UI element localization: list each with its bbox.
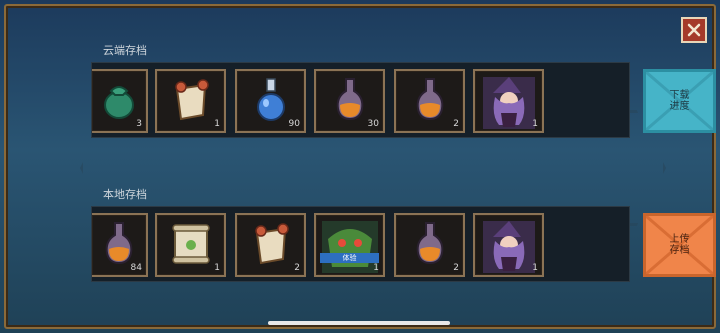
local-item-slot[interactable]: 1 <box>155 213 226 277</box>
local-item-slot[interactable]: 1 <box>473 213 544 277</box>
download-progress-button[interactable]: 下载进度 <box>643 69 716 133</box>
local-save-panel: 84 1 2 体验 1 2 1 上传存档 <box>91 206 716 282</box>
item-count: 1 <box>214 119 220 129</box>
map-scroll-icon <box>171 224 210 264</box>
item-count: 1 <box>532 263 538 273</box>
item-count: 3 <box>136 119 142 129</box>
orange-potion-icon <box>336 78 363 121</box>
cloud-item-slot[interactable]: 2 <box>394 69 465 133</box>
item-count: 2 <box>453 263 459 273</box>
witch-character-icon <box>482 77 535 129</box>
item-count: 1 <box>373 263 379 273</box>
local-item-slot[interactable]: 84 <box>92 213 148 277</box>
cloud-item-slot[interactable]: 3 <box>92 69 148 133</box>
trial-tag: 体验 <box>320 253 379 263</box>
scroll-bundle-icon <box>254 223 289 265</box>
close-button[interactable] <box>681 17 707 43</box>
home-indicator[interactable] <box>268 321 450 325</box>
cloud-save-panel: 3 1 90 30 2 1 下载进度 <box>91 62 716 138</box>
cloud-item-slot[interactable]: 30 <box>314 69 385 133</box>
green-pouch-icon <box>104 86 134 119</box>
cloud-item-slot[interactable]: 1 <box>473 69 544 133</box>
item-count: 2 <box>294 263 300 273</box>
blue-potion-icon <box>256 78 285 121</box>
orange-potion-icon <box>105 222 133 265</box>
witch-character-icon <box>482 221 535 273</box>
monster-character-icon <box>321 221 378 273</box>
cloud-item-slot[interactable]: 1 <box>155 69 226 133</box>
local-save-label: 本地存档 <box>103 188 147 201</box>
cloud-save-label: 云端存档 <box>103 44 147 57</box>
item-count: 1 <box>214 263 220 273</box>
local-item-slot[interactable]: 2 <box>235 213 306 277</box>
local-item-slot[interactable]: 体验 1 <box>314 213 385 277</box>
item-count: 2 <box>453 119 459 129</box>
item-count: 90 <box>288 119 300 129</box>
upload-save-label: 上传存档 <box>669 234 690 256</box>
scroll-bundle-icon <box>174 79 209 121</box>
upload-save-button[interactable]: 上传存档 <box>643 213 716 277</box>
item-count: 30 <box>367 119 379 129</box>
cloud-item-slot[interactable]: 90 <box>235 69 306 133</box>
orange-potion-icon <box>416 222 443 265</box>
item-count: 1 <box>532 119 538 129</box>
close-icon <box>687 23 701 37</box>
orange-potion-icon <box>416 78 443 121</box>
local-item-slot[interactable]: 2 <box>394 213 465 277</box>
item-count: 84 <box>130 263 142 273</box>
download-progress-label: 下载进度 <box>669 90 690 112</box>
